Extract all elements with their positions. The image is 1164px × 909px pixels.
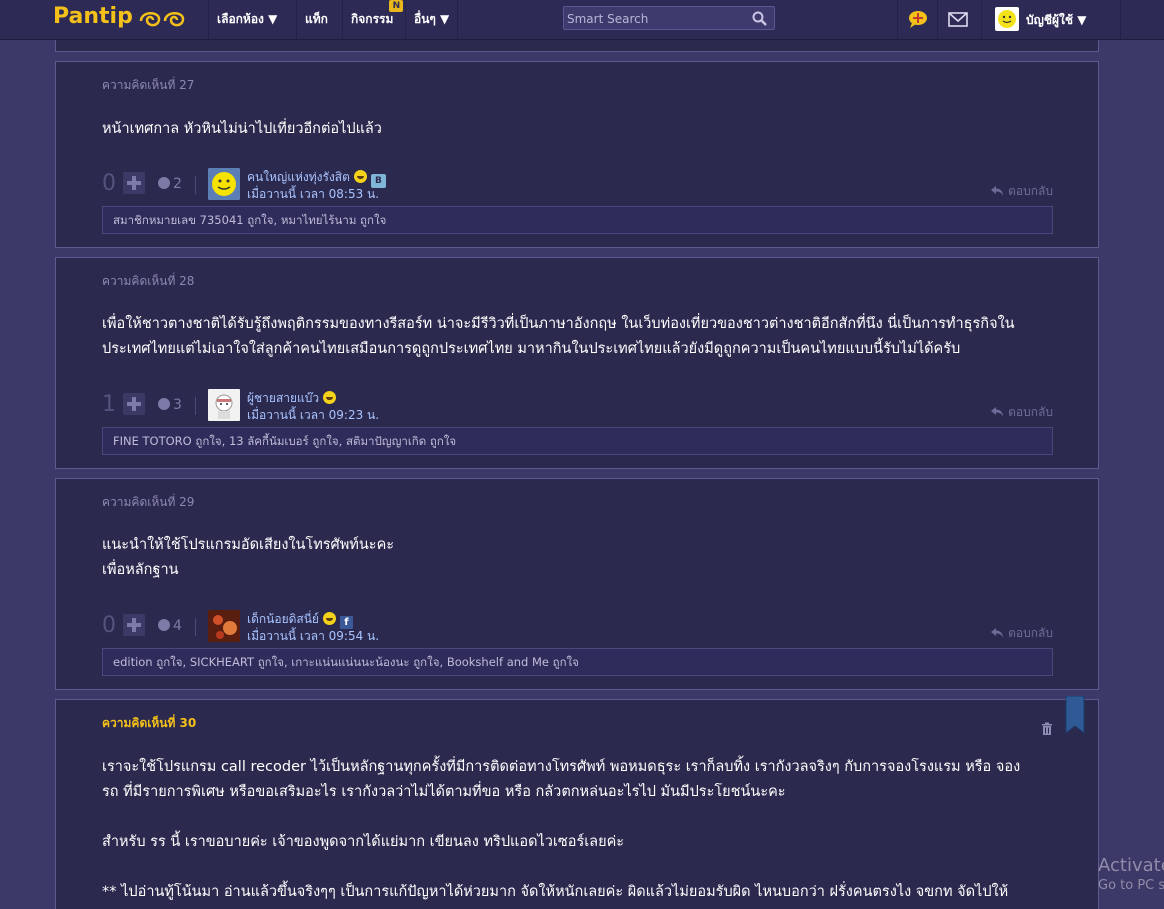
reply-button[interactable]: ตอบกลับ (990, 624, 1053, 643)
smiley-avatar-icon (998, 10, 1016, 28)
emotion-count[interactable]: 3 (158, 397, 182, 413)
user-account-label: บัญชีผู้ใช้ ▼ (1026, 13, 1087, 27)
nav-tag[interactable]: แท็ก (296, 0, 336, 40)
comment-body-line: แนะนำให้ใช้โปรแกรมอัดเสียงในโทรศัพท์นะคะ (102, 537, 395, 553)
reply-label: ตอบกลับ (1008, 626, 1053, 640)
comment-number: ความคิดเห็นที่ 27 (102, 78, 195, 92)
vote-count: 0 (102, 613, 116, 638)
reply-button[interactable]: ตอบกลับ (990, 403, 1053, 422)
emotion-count[interactable]: 2 (158, 176, 182, 192)
new-badge: N (389, 0, 404, 12)
comment-time: เมื่อวานนี้ เวลา 09:54 น. (247, 629, 380, 643)
nav-others[interactable]: อื่นๆ ▼ (405, 0, 459, 40)
likes-list[interactable]: FINE TOTORO ถูกใจ, 13 ลัคกี้นัมเบอร์ ถูก… (102, 427, 1053, 455)
photo-avatar-icon (208, 610, 240, 642)
trash-icon[interactable] (1041, 722, 1053, 735)
windows-activation-watermark: Activate Go to PC s (1098, 855, 1164, 895)
author-name[interactable]: ผู้ชายสายแบ๊ว (247, 391, 319, 405)
comment-body-line: สำหรับ รร นี้ เราขอบายค่ะ เจ้าของพูดจากไ… (102, 834, 625, 850)
vote-count: 0 (102, 171, 116, 196)
emotion-icon (158, 398, 170, 410)
nav-choose-room[interactable]: เลือกห้อง ▼ (208, 0, 285, 40)
comment-body-line: ประเทศไทยแต่ไม่เอาใจใส่ลูกค้าคนไทยเสมือน… (102, 341, 961, 357)
likes-list[interactable]: edition ถูกใจ, SICKHEART ถูกใจ, เกาะแน่น… (102, 648, 1053, 676)
watermark-line: Go to PC s (1098, 878, 1164, 893)
user-account-menu[interactable]: บัญชีผู้ใช้ ▼ (981, 0, 1121, 40)
reply-arrow-icon (991, 186, 1004, 196)
vote-plus-button[interactable] (123, 393, 145, 415)
smile-emoticon-icon (353, 170, 367, 183)
messages-button[interactable] (937, 0, 977, 40)
comment-body-line: ** ไปอ่านทู้โน้นมา อ่านแล้วขึ้นจริงๆๆ เป… (102, 884, 1009, 900)
comment-body-line: หน้าเทศกาล หัวหินไม่น่าไปเที่ยวอีกต่อไปแ… (102, 121, 382, 137)
vote-count: 1 (102, 392, 116, 417)
nav-tag-label: แท็ก (305, 12, 328, 26)
pantip-point-button[interactable] (897, 0, 937, 40)
comment-body: แนะนำให้ใช้โปรแกรมอัดเสียงในโทรศัพท์นะคะ… (102, 533, 1062, 583)
pantip-logo-mark-icon[interactable] (137, 7, 191, 31)
search-icon[interactable] (752, 11, 768, 27)
divider (195, 397, 196, 415)
emotion-icon (158, 177, 170, 189)
comment-30: ความคิดเห็นที่ 30 เราจะใช้โปรแกรม call r… (55, 699, 1099, 909)
author-name[interactable]: คนใหญ่แห่งทุ่งรังสิต (247, 170, 350, 184)
author-avatar[interactable] (208, 610, 240, 642)
smile-emoticon-icon (323, 391, 337, 404)
smiley-avatar-icon (212, 172, 236, 196)
divider (195, 618, 196, 636)
author-avatar[interactable] (208, 389, 240, 421)
divider (195, 176, 196, 194)
smart-search[interactable] (563, 6, 775, 30)
author-avatar[interactable] (208, 168, 240, 200)
reply-arrow-icon (991, 628, 1004, 638)
comment-time: เมื่อวานนี้ เวลา 09:23 น. (247, 408, 380, 422)
avatar (995, 7, 1019, 31)
reply-arrow-icon (991, 407, 1004, 417)
reply-label: ตอบกลับ (1008, 184, 1053, 198)
comment-29: ความคิดเห็นที่ 29 แนะนำให้ใช้โปรแกรมอัดเ… (55, 478, 1099, 690)
mail-icon (948, 12, 968, 27)
likes-list[interactable]: สมาชิกหมายเลข 735041 ถูกใจ, หมาไทยไร้นาม… (102, 206, 1053, 234)
nav-others-label: อื่นๆ ▼ (414, 12, 450, 26)
comment-27: ความคิดเห็นที่ 27 หน้าเทศกาล หัวหินไม่น่… (55, 61, 1099, 248)
comment-number: ความคิดเห็นที่ 29 (102, 495, 195, 509)
vote-plus-button[interactable] (123, 614, 145, 636)
reply-button[interactable]: ตอบกลับ (990, 182, 1053, 201)
comment-number: ความคิดเห็นที่ 30 (102, 716, 197, 730)
top-navbar: Pantip เลือกห้อง ▼ แท็ก กิจกรรม N อื่นๆ … (0, 0, 1164, 40)
smile-emoticon-icon (322, 612, 336, 625)
emotion-count-value: 3 (173, 397, 182, 413)
comment-body-line (102, 805, 1062, 830)
cartoon-avatar-icon (215, 394, 233, 419)
author-name[interactable]: เด็กน้อยดิสนี่ย์ (247, 612, 319, 626)
comment-body-line (102, 855, 1062, 880)
comment-body-line: เราจะใช้โปรแกรม call recoder ไว้เป็นหลัก… (102, 759, 1021, 775)
pantip-logo[interactable]: Pantip (53, 4, 133, 29)
nav-activities[interactable]: กิจกรรม N (342, 0, 405, 40)
pantip-point-icon (909, 11, 927, 28)
reply-label: ตอบกลับ (1008, 405, 1053, 419)
vote-plus-button[interactable] (123, 172, 145, 194)
bookmark-icon[interactable] (1065, 696, 1085, 734)
emotion-count-value: 4 (173, 618, 182, 634)
emotion-icon (158, 619, 170, 631)
comment-body-line: รถ ที่มีรายการพิเศษ หรือขอเสริมอะไร เราก… (102, 784, 786, 800)
comment-body: เราจะใช้โปรแกรม call recoder ไว้เป็นหลัก… (102, 755, 1062, 905)
comment-time: เมื่อวานนี้ เวลา 08:53 น. (247, 187, 380, 201)
comment-body-line: เพื่อให้ชาวตางชาติได้รับรู้ถึงพฤติกรรมขอ… (102, 316, 1015, 332)
comment-body: หน้าเทศกาล หัวหินไม่น่าไปเที่ยวอีกต่อไปแ… (102, 117, 1062, 142)
comment-body: เพื่อให้ชาวตางชาติได้รับรู้ถึงพฤติกรรมขอ… (102, 312, 1062, 362)
emotion-count[interactable]: 4 (158, 618, 182, 634)
emotion-count-value: 2 (173, 176, 182, 192)
comment-body-line: เพื่อหลักฐาน (102, 562, 179, 578)
comment-number: ความคิดเห็นที่ 28 (102, 274, 195, 288)
comment-28: ความคิดเห็นที่ 28 เพื่อให้ชาวตางชาติได้ร… (55, 257, 1099, 469)
watermark-line: Activate (1098, 855, 1164, 876)
nav-activities-label: กิจกรรม (351, 12, 394, 26)
nav-choose-room-label: เลือกห้อง ▼ (217, 12, 278, 26)
search-input[interactable] (567, 10, 747, 27)
